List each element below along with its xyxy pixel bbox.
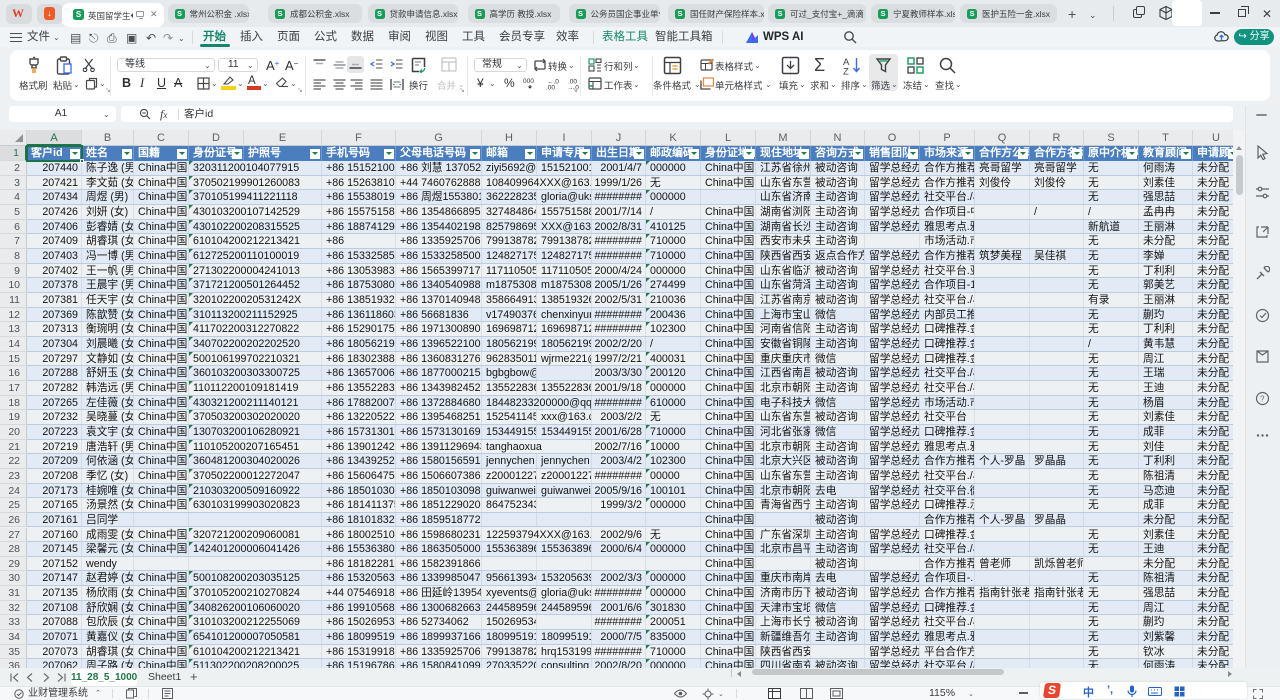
svg-text:?: ?: [1260, 395, 1265, 404]
svg-text:.00: .00: [546, 85, 555, 91]
svg-text:Z: Z: [843, 67, 849, 76]
svg-text:000: 000: [523, 78, 534, 85]
